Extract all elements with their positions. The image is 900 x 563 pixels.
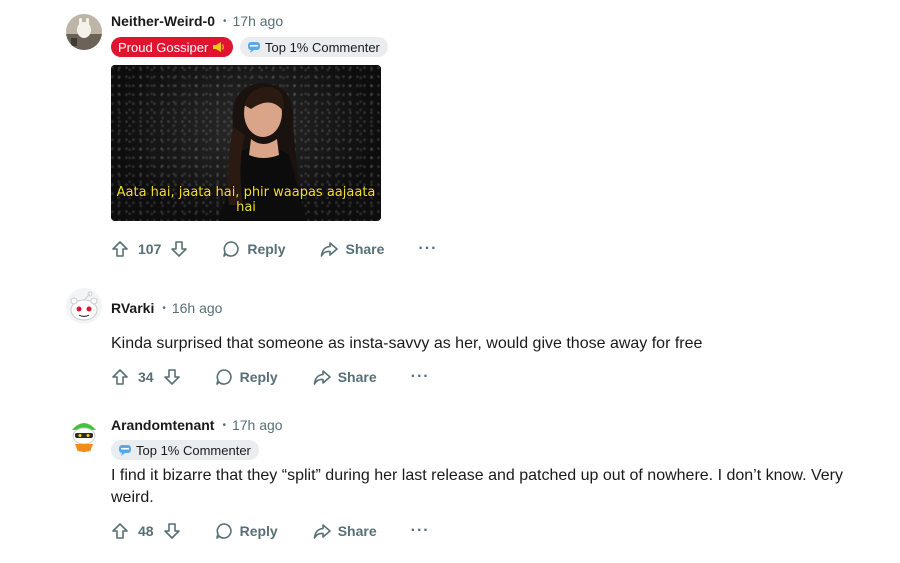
gif-image[interactable]: Aata hai, jaata hai, phir waapas aajaata… bbox=[111, 65, 381, 221]
comment-body-line: I find it bizarre that they “split” duri… bbox=[111, 467, 843, 484]
gif-caption: Aata hai, jaata hai, phir waapas aajaata… bbox=[116, 185, 376, 215]
timestamp[interactable]: 16h ago bbox=[172, 300, 223, 316]
comment-bubble-icon bbox=[223, 241, 240, 257]
comment-bubble-icon bbox=[215, 369, 232, 385]
share-label: Share bbox=[337, 523, 377, 539]
upvote-button[interactable] bbox=[111, 368, 129, 386]
comment-body: I find it bizarre that they “split” duri… bbox=[111, 465, 871, 509]
downvote-arrow-icon bbox=[171, 241, 188, 257]
vote-count: 34 bbox=[138, 369, 154, 385]
chat-bubble-icon bbox=[247, 41, 261, 53]
upvote-button[interactable] bbox=[111, 240, 129, 258]
flair-label: Top 1% Commenter bbox=[265, 39, 380, 55]
share-label: Share bbox=[345, 241, 385, 257]
downvote-button[interactable] bbox=[170, 240, 188, 258]
comment-actions: 107 Reply Share ··· bbox=[111, 240, 437, 258]
comment-body: Kinda surprised that someone as insta-sa… bbox=[111, 335, 703, 352]
downvote-arrow-icon bbox=[163, 523, 180, 539]
flair-label: Proud Gossiper bbox=[118, 39, 209, 55]
more-options-button[interactable]: ··· bbox=[411, 368, 430, 386]
share-arrow-icon bbox=[313, 370, 331, 385]
megaphone-icon bbox=[212, 41, 225, 53]
downvote-button[interactable] bbox=[163, 368, 181, 386]
user-flair-top-commenter: Top 1% Commenter bbox=[240, 37, 388, 57]
comment-meta: Neither-Weird-0 • 17h ago bbox=[111, 13, 283, 29]
comment-actions: 48 Reply Share ··· bbox=[111, 522, 430, 540]
upvote-arrow-icon bbox=[112, 241, 128, 257]
avatar[interactable] bbox=[66, 14, 102, 50]
reply-label: Reply bbox=[247, 241, 286, 257]
upvote-button[interactable] bbox=[111, 522, 129, 540]
more-options-button[interactable]: ··· bbox=[411, 522, 430, 540]
share-button[interactable]: Share bbox=[320, 240, 384, 258]
share-button[interactable]: Share bbox=[313, 368, 377, 386]
separator-dot: • bbox=[222, 419, 226, 431]
avatar[interactable] bbox=[66, 288, 102, 324]
separator-dot: • bbox=[162, 302, 166, 314]
author-name[interactable]: Neither-Weird-0 bbox=[111, 13, 215, 29]
reply-button[interactable]: Reply bbox=[222, 240, 285, 258]
upvote-arrow-icon bbox=[112, 369, 128, 385]
comment-body-line: weird. bbox=[111, 489, 154, 506]
timestamp[interactable]: 17h ago bbox=[233, 13, 284, 29]
comment-meta: RVarki • 16h ago bbox=[111, 300, 222, 316]
vote-count: 48 bbox=[138, 523, 154, 539]
user-flair-top-commenter: Top 1% Commenter bbox=[111, 440, 259, 460]
share-arrow-icon bbox=[313, 524, 331, 539]
share-button[interactable]: Share bbox=[313, 522, 377, 540]
comment-bubble-icon bbox=[215, 523, 232, 539]
avatar[interactable] bbox=[66, 416, 102, 452]
user-avatar-icon bbox=[66, 14, 102, 50]
flair-label: Top 1% Commenter bbox=[136, 442, 251, 458]
more-options-button[interactable]: ··· bbox=[418, 240, 437, 258]
reply-label: Reply bbox=[239, 523, 278, 539]
vote-count: 107 bbox=[138, 241, 162, 257]
author-name[interactable]: RVarki bbox=[111, 300, 154, 316]
downvote-arrow-icon bbox=[163, 369, 180, 385]
timestamp[interactable]: 17h ago bbox=[232, 417, 283, 433]
reply-button[interactable]: Reply bbox=[215, 522, 278, 540]
snoo-avatar-icon bbox=[66, 416, 102, 452]
downvote-button[interactable] bbox=[163, 522, 181, 540]
snoo-avatar-icon bbox=[66, 288, 102, 324]
author-name[interactable]: Arandomtenant bbox=[111, 417, 214, 433]
comment-meta: Arandomtenant • 17h ago bbox=[111, 417, 283, 433]
upvote-arrow-icon bbox=[112, 523, 128, 539]
comment-actions: 34 Reply Share ··· bbox=[111, 368, 430, 386]
reply-label: Reply bbox=[239, 369, 278, 385]
share-label: Share bbox=[337, 369, 377, 385]
separator-dot: • bbox=[222, 15, 227, 27]
chat-bubble-icon bbox=[118, 444, 132, 456]
reply-button[interactable]: Reply bbox=[215, 368, 278, 386]
share-arrow-icon bbox=[321, 242, 339, 257]
user-flair-proud-gossiper: Proud Gossiper bbox=[111, 37, 234, 57]
